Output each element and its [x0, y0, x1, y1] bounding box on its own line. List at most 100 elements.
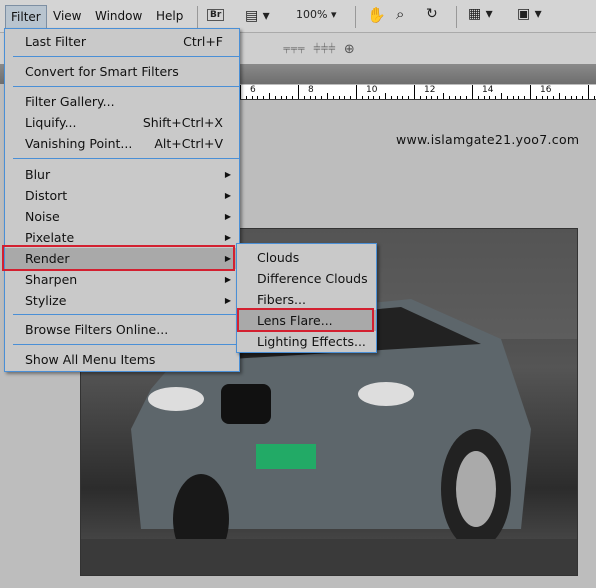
- shortcut: Ctrl+F: [183, 34, 223, 49]
- ruler-tick: [512, 96, 514, 99]
- submenu-item-lighting-effects[interactable]: Lighting Effects...: [237, 331, 376, 352]
- zoom-level-dropdown[interactable]: 100% ▾: [296, 8, 336, 21]
- menu-item-liquify[interactable]: Liquify... Shift+Ctrl+X: [5, 112, 239, 133]
- ruler-tick: [477, 96, 479, 99]
- ruler-tick: [408, 96, 410, 99]
- submenu-item-difference-clouds[interactable]: Difference Clouds: [237, 268, 376, 289]
- menu-item-stylize[interactable]: Stylize ▶: [5, 290, 239, 311]
- submenu-arrow-icon: ▶: [224, 296, 231, 305]
- view-extras-icon[interactable]: ▤ ▾: [245, 8, 270, 24]
- ruler-tick: [240, 85, 241, 99]
- menu-item-convert-smart-filters[interactable]: Convert for Smart Filters: [5, 61, 239, 82]
- watermark-text: www.islamgate21.yoo7.com: [396, 132, 580, 147]
- align-icons[interactable]: ⫧⫧⫧ ⫩⫩⫩ ⊕: [283, 42, 355, 57]
- ruler-tick: [495, 96, 497, 99]
- ruler-tick: [518, 96, 520, 99]
- ruler-tick: [269, 93, 270, 99]
- label: Distort: [25, 188, 68, 203]
- ruler-tick: [460, 96, 462, 99]
- ruler-tick: [257, 96, 259, 99]
- ruler-tick: [263, 96, 265, 99]
- lens-flare-highlight-box: [237, 308, 374, 332]
- menu-item-last-filter[interactable]: Last Filter Ctrl+F: [5, 31, 239, 52]
- zoom-level: 100%: [296, 8, 328, 21]
- ruler-tick: [361, 96, 363, 99]
- menu-item-browse-filters[interactable]: Browse Filters Online...: [5, 319, 239, 340]
- ruler-tick: [576, 96, 578, 99]
- ruler-tick: [390, 96, 392, 99]
- ruler-tick: [483, 96, 485, 99]
- ruler-label: 8: [308, 85, 314, 95]
- menu-window[interactable]: Window: [95, 9, 142, 23]
- submenu-item-fibers[interactable]: Fibers...: [237, 289, 376, 310]
- menu-item-show-all[interactable]: Show All Menu Items: [5, 349, 239, 370]
- label: Noise: [25, 209, 60, 224]
- ruler-tick: [501, 93, 502, 99]
- submenu-arrow-icon: ▶: [224, 191, 231, 200]
- menu-filter[interactable]: Filter: [5, 5, 47, 28]
- ruler-tick: [315, 96, 317, 99]
- ruler-tick: [431, 96, 433, 99]
- ruler-label: 6: [250, 85, 256, 95]
- ruler-tick: [588, 85, 589, 99]
- ruler-tick: [385, 93, 386, 99]
- arrange-documents-icon[interactable]: ▦ ▾: [468, 6, 493, 22]
- ruler-tick: [298, 85, 299, 99]
- ruler-tick: [466, 96, 468, 99]
- ruler-tick: [280, 96, 282, 99]
- ruler-tick: [524, 96, 526, 99]
- ruler-tick: [373, 96, 375, 99]
- ruler-tick: [274, 96, 276, 99]
- ruler-tick: [570, 96, 572, 99]
- rotate-view-icon[interactable]: ↻: [426, 6, 438, 22]
- ruler-tick: [472, 85, 473, 99]
- ruler-tick: [332, 96, 334, 99]
- menu-item-vanishing-point[interactable]: Vanishing Point... Alt+Ctrl+V: [5, 133, 239, 154]
- shortcut: Alt+Ctrl+V: [154, 136, 223, 151]
- filter-menu: Last Filter Ctrl+F Convert for Smart Filt…: [4, 28, 240, 372]
- menu-item-sharpen[interactable]: Sharpen ▶: [5, 269, 239, 290]
- ruler-tick: [350, 96, 352, 99]
- submenu-arrow-icon: ▶: [224, 212, 231, 221]
- render-highlight-box: [2, 245, 235, 271]
- label: Blur: [25, 167, 51, 182]
- ruler-tick: [564, 96, 566, 99]
- ruler-tick: [535, 96, 537, 99]
- menu-view[interactable]: View: [53, 9, 81, 23]
- menu-item-distort[interactable]: Distort ▶: [5, 185, 239, 206]
- label: Sharpen: [25, 272, 78, 287]
- submenu-arrow-icon: ▶: [224, 275, 231, 284]
- shortcut: Shift+Ctrl+X: [142, 115, 223, 130]
- ruler-tick: [396, 96, 398, 99]
- ruler-tick: [292, 96, 294, 99]
- ruler-tick: [454, 96, 456, 99]
- label: Pixelate: [25, 230, 75, 245]
- ruler-tick: [541, 96, 543, 99]
- ruler-tick: [245, 96, 247, 99]
- ruler-tick: [251, 96, 253, 99]
- render-submenu: Clouds Difference Clouds Fibers... Lens Fla…: [236, 243, 377, 353]
- submenu-item-clouds[interactable]: Clouds: [237, 247, 376, 268]
- ruler-tick: [309, 96, 311, 99]
- ruler-tick: [506, 96, 508, 99]
- menu-item-filter-gallery[interactable]: Filter Gallery...: [5, 91, 239, 112]
- ruler-label: 16: [540, 85, 552, 95]
- submenu-arrow-icon: ▶: [224, 170, 231, 179]
- label: Liquify...: [25, 115, 77, 130]
- label: Vanishing Point...: [25, 136, 133, 151]
- bridge-button[interactable]: Br: [207, 9, 225, 21]
- menu-item-blur[interactable]: Blur ▶: [5, 164, 239, 185]
- ruler-tick: [419, 96, 421, 99]
- label: Stylize: [25, 293, 67, 308]
- ruler-tick: [327, 93, 328, 99]
- ruler-tick: [402, 96, 404, 99]
- horizontal-ruler: 6 8 10 12 14 16: [240, 85, 596, 100]
- ruler-tick: [547, 96, 549, 99]
- menu-item-noise[interactable]: Noise ▶: [5, 206, 239, 227]
- ruler-tick: [303, 96, 305, 99]
- ruler-tick: [321, 96, 323, 99]
- menu-help[interactable]: Help: [156, 9, 183, 23]
- hand-tool-icon[interactable]: ✋: [367, 6, 386, 24]
- screen-mode-icon[interactable]: ▣ ▾: [517, 6, 542, 22]
- zoom-tool-icon[interactable]: ⌕: [396, 5, 404, 23]
